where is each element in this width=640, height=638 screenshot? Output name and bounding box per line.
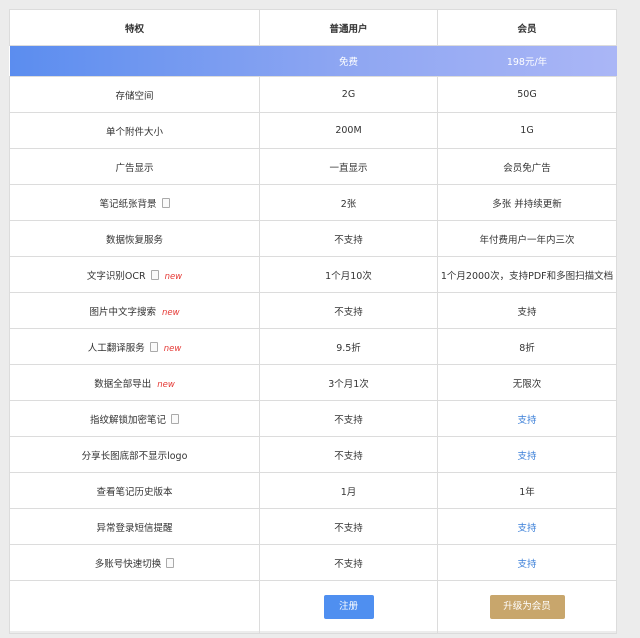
member-value: 1G xyxy=(437,112,617,149)
feature-cell: 人工翻译服务 new xyxy=(9,328,260,365)
document-icon[interactable] xyxy=(149,341,158,352)
table-row: 数据全部导出 new 3个月1次 无限次 xyxy=(9,364,617,401)
feature-cell: 广告显示 xyxy=(9,148,260,185)
feature-label: 异常登录短信提醒 xyxy=(96,522,173,534)
new-badge: new xyxy=(161,307,180,318)
normal-user-value: 不支持 xyxy=(259,508,438,545)
member-value: 会员免广告 xyxy=(437,148,617,185)
member-value: 多张 并持续更新 xyxy=(437,184,617,221)
normal-user-value: 不支持 xyxy=(259,292,438,329)
table-row: 文字识别OCR new 1个月10次 1个月2000次，支持PDF和多图扫描文档 xyxy=(9,256,617,293)
table-row: 存储空间 2G 50G xyxy=(9,76,617,113)
table-row: 图片中文字搜索 new 不支持 支持 xyxy=(9,292,617,329)
feature-label: 笔记纸张背景 xyxy=(99,198,157,210)
price-row: 免费 198元/年 xyxy=(9,45,617,77)
feature-cell: 单个附件大小 xyxy=(9,112,260,149)
header-normal-user: 普通用户 xyxy=(259,9,438,46)
member-value: 1年 xyxy=(437,472,617,509)
new-badge: new xyxy=(157,379,175,390)
table-row: 指纹解锁加密笔记 不支持 支持 xyxy=(9,400,617,437)
document-icon[interactable] xyxy=(161,197,170,208)
normal-user-value: 2G xyxy=(259,76,438,113)
feature-cell: 文字识别OCR new xyxy=(9,256,260,293)
feature-label: 图片中文字搜索 xyxy=(89,306,156,318)
member-value[interactable]: 支持 xyxy=(437,436,617,473)
table-row: 人工翻译服务 new 9.5折 8折 xyxy=(9,328,617,365)
header-member: 会员 xyxy=(437,9,617,46)
member-value[interactable]: 支持 xyxy=(437,508,617,545)
feature-cell: 图片中文字搜索 new xyxy=(9,292,260,329)
table-row: 异常登录短信提醒 不支持 支持 xyxy=(9,508,617,545)
normal-user-value: 不支持 xyxy=(259,436,438,473)
privilege-table: 特权 普通用户 会员 免费 198元/年 存储空间 2G 50G 单个附件大小 200M… xyxy=(9,9,617,634)
feature-cell: 数据恢复服务 xyxy=(9,220,260,257)
table-row: 分享长图底部不显示logo 不支持 支持 xyxy=(9,436,617,473)
table-row: 查看笔记历史版本 1月 1年 xyxy=(9,472,617,509)
table-row: 单个附件大小 200M 1G xyxy=(9,112,617,149)
feature-cell: 多账号快速切换 xyxy=(9,544,260,581)
member-value: 无限次 xyxy=(437,364,617,401)
document-icon[interactable] xyxy=(150,269,159,280)
feature-cell: 存储空间 xyxy=(9,76,260,113)
feature-cell: 数据全部导出 new xyxy=(9,364,260,401)
feature-label: 人工翻译服务 xyxy=(87,342,145,354)
normal-user-value: 3个月1次 xyxy=(259,364,438,401)
feature-cell: 指纹解锁加密笔记 xyxy=(9,400,260,437)
normal-user-value: 2张 xyxy=(259,184,438,221)
feature-cell: 笔记纸张背景 xyxy=(9,184,260,221)
feature-label: 单个附件大小 xyxy=(105,126,163,138)
normal-user-value: 一直显示 xyxy=(259,148,438,185)
member-value: 支持 xyxy=(437,292,617,329)
feature-label: 存储空间 xyxy=(115,90,154,102)
new-badge: new xyxy=(163,343,182,354)
feature-label: 分享长图底部不显示logo xyxy=(81,450,188,462)
normal-user-value: 不支持 xyxy=(259,220,438,257)
feature-label: 多账号快速切换 xyxy=(94,558,162,570)
normal-user-value: 不支持 xyxy=(259,400,438,437)
register-cell: 注册 xyxy=(259,580,438,634)
feature-label: 文字识别OCR xyxy=(86,270,146,282)
header-privilege: 特权 xyxy=(9,9,260,46)
member-value: 50G xyxy=(437,76,617,113)
price-free: 免费 xyxy=(259,45,438,77)
table-row: 广告显示 一直显示 会员免广告 xyxy=(9,148,617,185)
normal-user-value: 1个月10次 xyxy=(259,256,438,293)
member-value[interactable]: 支持 xyxy=(437,400,617,437)
comparison-panel: 特权 普通用户 会员 免费 198元/年 存储空间 2G 50G 单个附件大小 200M… xyxy=(9,9,617,634)
normal-user-value: 200M xyxy=(259,112,438,149)
member-value: 1个月2000次，支持PDF和多图扫描文档 xyxy=(437,256,617,293)
upgrade-member-button[interactable]: 升级为会员 xyxy=(489,595,565,619)
document-icon[interactable] xyxy=(171,413,179,424)
feature-cell: 分享长图底部不显示logo xyxy=(9,436,260,473)
feature-label: 查看笔记历史版本 xyxy=(96,486,173,498)
actions-row: 注册 升级为会员 xyxy=(9,580,617,634)
member-value[interactable]: 支持 xyxy=(437,544,617,581)
normal-user-value: 9.5折 xyxy=(259,328,438,365)
table-row: 多账号快速切换 不支持 支持 xyxy=(9,544,617,581)
normal-user-value: 不支持 xyxy=(259,544,438,581)
normal-user-value: 1月 xyxy=(259,472,438,509)
feature-label: 数据全部导出 xyxy=(94,378,152,390)
document-icon[interactable] xyxy=(166,557,175,568)
feature-label: 广告显示 xyxy=(115,162,154,174)
price-empty xyxy=(9,45,260,77)
actions-empty xyxy=(9,580,260,634)
feature-cell: 查看笔记历史版本 xyxy=(9,472,260,509)
feature-label: 指纹解锁加密笔记 xyxy=(89,414,166,426)
price-member: 198元/年 xyxy=(437,45,617,77)
new-badge: new xyxy=(164,271,183,282)
table-row: 数据恢复服务 不支持 年付费用户一年内三次 xyxy=(9,220,617,257)
register-button[interactable]: 注册 xyxy=(323,595,374,619)
member-value: 年付费用户一年内三次 xyxy=(437,220,617,257)
table-header-row: 特权 普通用户 会员 xyxy=(9,9,617,46)
feature-label: 数据恢复服务 xyxy=(105,234,163,246)
feature-cell: 异常登录短信提醒 xyxy=(9,508,260,545)
table-row: 笔记纸张背景 2张 多张 并持续更新 xyxy=(9,184,617,221)
member-value: 8折 xyxy=(437,328,617,365)
upgrade-cell: 升级为会员 xyxy=(437,580,617,634)
